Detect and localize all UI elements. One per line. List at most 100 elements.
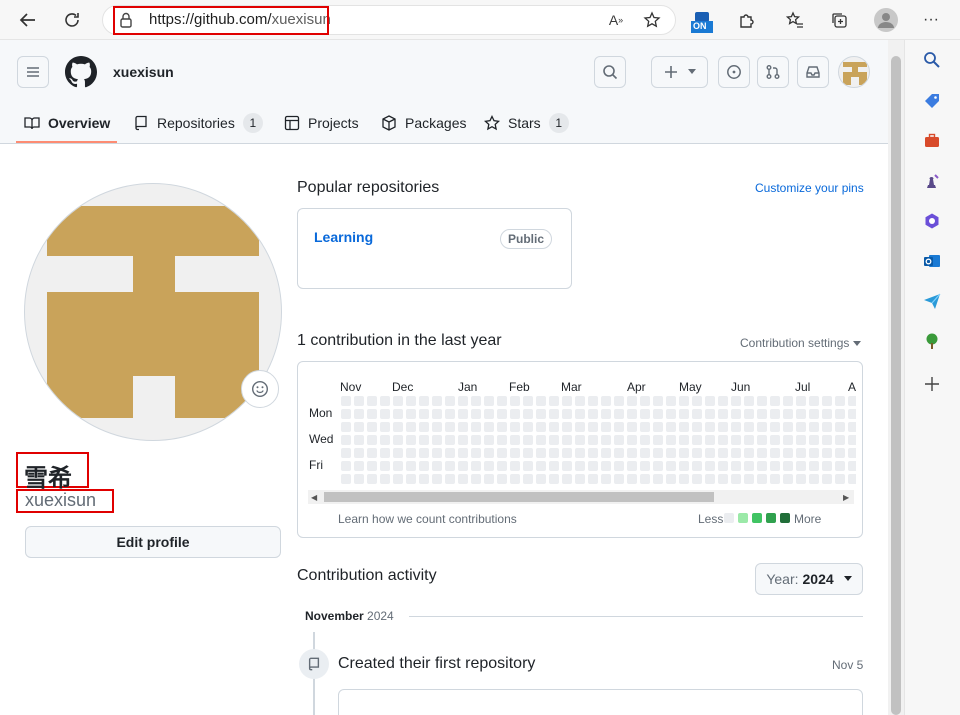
- contribution-day-cell[interactable]: [380, 448, 390, 458]
- contribution-day-cell[interactable]: [575, 474, 585, 484]
- contribution-day-cell[interactable]: [796, 435, 806, 445]
- contribution-day-cell[interactable]: [432, 435, 442, 445]
- send-paper-plane-icon[interactable]: [920, 289, 944, 313]
- contribution-day-cell[interactable]: [471, 396, 481, 406]
- contribution-day-cell[interactable]: [809, 474, 819, 484]
- contribution-day-cell[interactable]: [458, 448, 468, 458]
- contribution-day-cell[interactable]: [848, 396, 856, 406]
- contribution-day-cell[interactable]: [458, 396, 468, 406]
- contribution-day-cell[interactable]: [471, 474, 481, 484]
- contribution-day-cell[interactable]: [822, 435, 832, 445]
- contribution-day-cell[interactable]: [354, 448, 364, 458]
- contribution-day-cell[interactable]: [432, 409, 442, 419]
- tab-packages[interactable]: Packages: [381, 102, 466, 144]
- contribution-day-cell[interactable]: [666, 474, 676, 484]
- contribution-day-cell[interactable]: [536, 435, 546, 445]
- contribution-day-cell[interactable]: [588, 409, 598, 419]
- contribution-day-cell[interactable]: [354, 396, 364, 406]
- contribution-day-cell[interactable]: [848, 422, 856, 432]
- create-new-button[interactable]: [651, 56, 708, 88]
- contribution-day-cell[interactable]: [835, 474, 845, 484]
- contribution-day-cell[interactable]: [601, 409, 611, 419]
- contribution-day-cell[interactable]: [679, 474, 689, 484]
- contribution-day-cell[interactable]: [627, 461, 637, 471]
- contribution-day-cell[interactable]: [484, 435, 494, 445]
- contribution-day-cell[interactable]: [341, 435, 351, 445]
- contribution-day-cell[interactable]: [367, 422, 377, 432]
- contribution-day-cell[interactable]: [666, 448, 676, 458]
- contribution-day-cell[interactable]: [549, 409, 559, 419]
- contribution-day-cell[interactable]: [601, 396, 611, 406]
- year-select-button[interactable]: Year: 2024: [755, 563, 863, 595]
- contribution-day-cell[interactable]: [601, 435, 611, 445]
- contribution-day-cell[interactable]: [354, 435, 364, 445]
- contribution-day-cell[interactable]: [692, 461, 702, 471]
- contribution-day-cell[interactable]: [848, 474, 856, 484]
- favorites-icon[interactable]: [781, 6, 809, 34]
- contribution-day-cell[interactable]: [471, 448, 481, 458]
- contribution-day-cell[interactable]: [653, 474, 663, 484]
- contribution-day-cell[interactable]: [341, 396, 351, 406]
- contribution-day-cell[interactable]: [536, 461, 546, 471]
- contribution-day-cell[interactable]: [692, 448, 702, 458]
- contribution-day-cell[interactable]: [614, 448, 624, 458]
- contribution-day-cell[interactable]: [705, 422, 715, 432]
- contribution-day-cell[interactable]: [692, 422, 702, 432]
- contribution-day-cell[interactable]: [835, 461, 845, 471]
- contribution-day-cell[interactable]: [406, 396, 416, 406]
- set-status-smiley-icon[interactable]: [241, 370, 279, 408]
- contribution-day-cell[interactable]: [783, 396, 793, 406]
- scroll-left-arrow-icon[interactable]: ◀: [311, 493, 317, 502]
- pull-requests-icon[interactable]: [757, 56, 789, 88]
- contribution-day-cell[interactable]: [380, 422, 390, 432]
- contribution-day-cell[interactable]: [822, 409, 832, 419]
- contribution-day-cell[interactable]: [679, 396, 689, 406]
- contribution-day-cell[interactable]: [627, 474, 637, 484]
- contribution-day-cell[interactable]: [770, 448, 780, 458]
- contribution-day-cell[interactable]: [718, 461, 728, 471]
- contribution-day-cell[interactable]: [692, 474, 702, 484]
- contribution-day-cell[interactable]: [523, 435, 533, 445]
- contribution-day-cell[interactable]: [536, 422, 546, 432]
- contribution-day-cell[interactable]: [757, 461, 767, 471]
- contribution-day-cell[interactable]: [406, 461, 416, 471]
- contribution-day-cell[interactable]: [653, 409, 663, 419]
- contribution-day-cell[interactable]: [848, 435, 856, 445]
- contribution-day-cell[interactable]: [757, 435, 767, 445]
- back-arrow-icon[interactable]: [14, 6, 42, 34]
- contribution-day-cell[interactable]: [562, 448, 572, 458]
- contribution-day-cell[interactable]: [575, 461, 585, 471]
- contribution-day-cell[interactable]: [432, 422, 442, 432]
- read-aloud-icon[interactable]: A»: [602, 6, 630, 34]
- contribution-day-cell[interactable]: [341, 409, 351, 419]
- contribution-day-cell[interactable]: [510, 461, 520, 471]
- contribution-day-cell[interactable]: [549, 422, 559, 432]
- contribution-day-cell[interactable]: [497, 448, 507, 458]
- contribution-day-cell[interactable]: [705, 448, 715, 458]
- contribution-day-cell[interactable]: [653, 461, 663, 471]
- contribution-day-cell[interactable]: [705, 409, 715, 419]
- contribution-day-cell[interactable]: [744, 448, 754, 458]
- customize-pins-link[interactable]: Customize your pins: [755, 181, 864, 195]
- contribution-day-cell[interactable]: [666, 461, 676, 471]
- contribution-day-cell[interactable]: [458, 409, 468, 419]
- contribution-day-cell[interactable]: [393, 422, 403, 432]
- contribution-day-cell[interactable]: [562, 422, 572, 432]
- contribution-day-cell[interactable]: [549, 474, 559, 484]
- contribution-day-cell[interactable]: [406, 474, 416, 484]
- contribution-day-cell[interactable]: [445, 448, 455, 458]
- contribution-day-cell[interactable]: [783, 409, 793, 419]
- contribution-day-cell[interactable]: [679, 409, 689, 419]
- contribution-day-cell[interactable]: [718, 396, 728, 406]
- contribution-day-cell[interactable]: [744, 422, 754, 432]
- contribution-day-cell[interactable]: [627, 396, 637, 406]
- contribution-day-cell[interactable]: [367, 474, 377, 484]
- contribution-day-cell[interactable]: [731, 396, 741, 406]
- extensions-puzzle-icon[interactable]: [733, 6, 761, 34]
- favorite-add-icon[interactable]: [638, 6, 666, 34]
- contribution-day-cell[interactable]: [640, 461, 650, 471]
- contribution-day-cell[interactable]: [588, 396, 598, 406]
- contribution-day-cell[interactable]: [588, 448, 598, 458]
- header-username[interactable]: xuexisun: [113, 64, 174, 80]
- contribution-day-cell[interactable]: [510, 448, 520, 458]
